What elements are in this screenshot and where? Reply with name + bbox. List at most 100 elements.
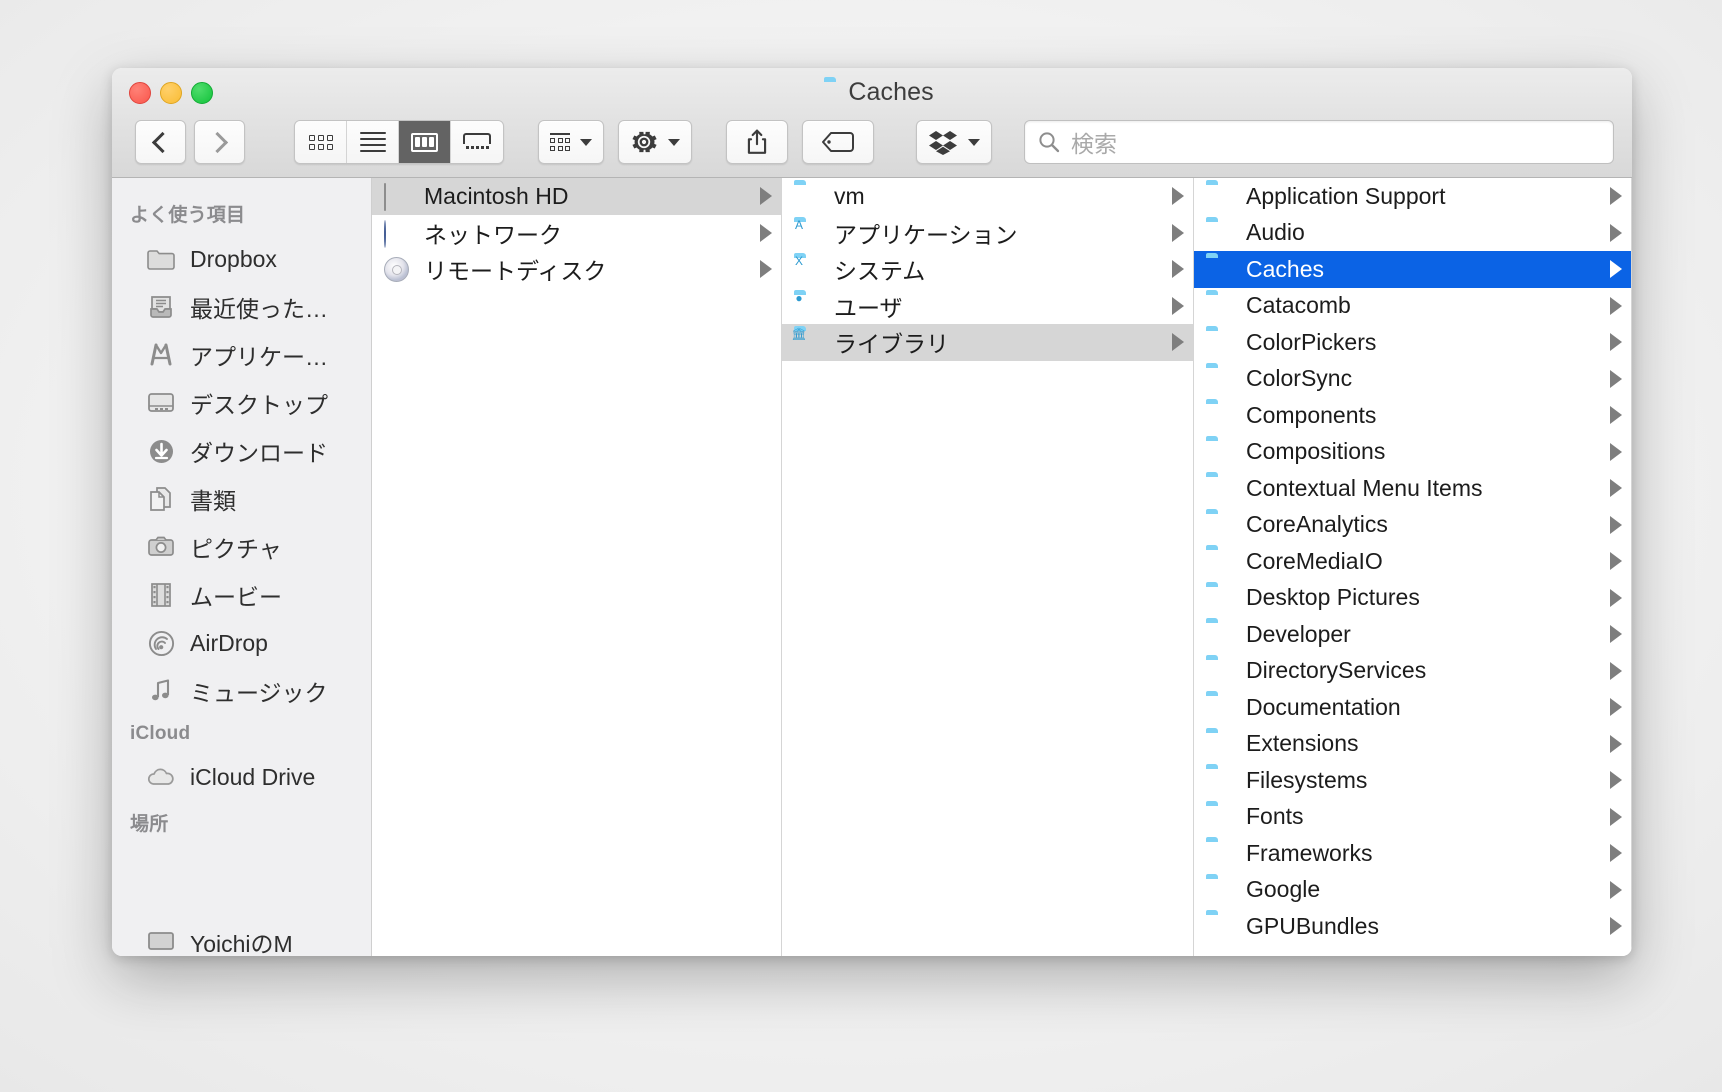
disclosure-triangle-icon[interactable] xyxy=(1610,187,1622,206)
search-field[interactable]: 検索 xyxy=(1024,120,1614,164)
column-row[interactable]: X システム xyxy=(782,251,1193,288)
column-row[interactable]: Filesystems xyxy=(1194,762,1631,799)
gallery-view-button[interactable] xyxy=(451,121,503,163)
column-row[interactable]: CoreMediaIO xyxy=(1194,543,1631,580)
column-row[interactable]: DirectoryServices xyxy=(1194,653,1631,690)
sidebar-item-icloud-drive[interactable]: iCloud Drive xyxy=(112,753,371,801)
disclosure-triangle-icon[interactable] xyxy=(760,223,772,242)
column-library[interactable]: Application Support Audio Caches Catacom… xyxy=(1194,178,1632,956)
column-row[interactable]: Components xyxy=(1194,397,1631,434)
disclosure-triangle-icon[interactable] xyxy=(1610,369,1622,388)
disclosure-triangle-icon[interactable] xyxy=(1610,698,1622,717)
column-row[interactable]: Contextual Menu Items xyxy=(1194,470,1631,507)
tag-button[interactable] xyxy=(802,120,874,164)
column-macintosh-hd[interactable]: vm A アプリケーション X システム ● ユーザ 🏛 ライブラリ xyxy=(782,178,1194,956)
disclosure-triangle-icon[interactable] xyxy=(1610,807,1622,826)
column-devices[interactable]: Macintosh HD ネットワーク リモートディスク xyxy=(372,178,782,956)
sidebar-item-movies[interactable]: ムービー xyxy=(112,571,371,619)
disclosure-triangle-icon[interactable] xyxy=(1610,333,1622,352)
column-row[interactable]: リモートディスク xyxy=(372,251,781,288)
folder-icon xyxy=(1206,841,1234,865)
disclosure-triangle-icon[interactable] xyxy=(1610,661,1622,680)
column-row[interactable]: 🏛 ライブラリ xyxy=(782,324,1193,361)
disclosure-triangle-icon[interactable] xyxy=(1610,880,1622,899)
sidebar[interactable]: よく使う項目 Dropbox 最近使った… アプリケー… デスクトップ ダウンロ… xyxy=(112,178,372,956)
column-row[interactable]: Documentation xyxy=(1194,689,1631,726)
disclosure-triangle-icon[interactable] xyxy=(1610,260,1622,279)
disclosure-triangle-icon[interactable] xyxy=(1610,479,1622,498)
column-row[interactable]: Frameworks xyxy=(1194,835,1631,872)
arrange-button[interactable] xyxy=(538,120,604,164)
disclosure-triangle-icon[interactable] xyxy=(1610,442,1622,461)
forward-button[interactable] xyxy=(194,120,245,164)
harddisk-icon xyxy=(384,183,412,212)
folder-users-icon: ● xyxy=(795,290,803,305)
disclosure-triangle-icon[interactable] xyxy=(1610,296,1622,315)
column-row[interactable]: ColorPickers xyxy=(1194,324,1631,361)
sidebar-item-pictures[interactable]: ピクチャ xyxy=(112,523,371,571)
back-button[interactable] xyxy=(135,120,186,164)
column-row[interactable]: vm xyxy=(782,178,1193,215)
sidebar-item-desktop[interactable]: デスクトップ xyxy=(112,379,371,427)
disclosure-triangle-icon[interactable] xyxy=(1172,223,1184,242)
column-row-label: Application Support xyxy=(1246,182,1446,209)
disclosure-triangle-icon[interactable] xyxy=(1610,625,1622,644)
column-row-selected[interactable]: Caches xyxy=(1194,251,1631,288)
disclosure-triangle-icon[interactable] xyxy=(1610,552,1622,571)
action-button[interactable] xyxy=(618,120,692,164)
column-row[interactable]: Extensions xyxy=(1194,726,1631,763)
disclosure-triangle-icon[interactable] xyxy=(1610,515,1622,534)
disclosure-triangle-icon[interactable] xyxy=(1172,260,1184,279)
disclosure-triangle-icon[interactable] xyxy=(760,260,772,279)
sidebar-item-recents[interactable]: 最近使った… xyxy=(112,283,371,331)
folder-icon xyxy=(1206,257,1234,281)
column-row[interactable]: Catacomb xyxy=(1194,288,1631,325)
disclosure-triangle-icon[interactable] xyxy=(1172,333,1184,352)
column-row[interactable]: Application Support xyxy=(1194,178,1631,215)
column-row[interactable]: Compositions xyxy=(1194,434,1631,471)
column-row[interactable]: Desktop Pictures xyxy=(1194,580,1631,617)
column-row[interactable]: CoreAnalytics xyxy=(1194,507,1631,544)
sidebar-item-computer[interactable]: YoichiのM xyxy=(112,918,371,956)
column-row[interactable]: Google xyxy=(1194,872,1631,909)
list-view-button[interactable] xyxy=(347,121,399,163)
column-row[interactable]: Macintosh HD xyxy=(372,178,781,215)
icon-view-button[interactable] xyxy=(295,121,347,163)
disclosure-triangle-icon[interactable] xyxy=(1610,844,1622,863)
folder-icon xyxy=(1206,476,1234,500)
share-button[interactable] xyxy=(726,120,788,164)
column-row[interactable]: GPUBundles xyxy=(1194,908,1631,945)
navigation-buttons xyxy=(135,120,245,164)
column-row[interactable]: ColorSync xyxy=(1194,361,1631,398)
sidebar-item-label: AirDrop xyxy=(190,629,268,656)
column-row-label: DirectoryServices xyxy=(1246,657,1427,684)
disclosure-triangle-icon[interactable] xyxy=(1172,296,1184,315)
disclosure-triangle-icon[interactable] xyxy=(1610,917,1622,936)
disclosure-triangle-icon[interactable] xyxy=(1610,588,1622,607)
sidebar-item-label: iCloud Drive xyxy=(190,763,316,790)
sidebar-item-applications[interactable]: アプリケー… xyxy=(112,331,371,379)
column-row-label: ユーザ xyxy=(834,294,903,321)
column-row-label: Google xyxy=(1246,876,1321,903)
window-title-text: Caches xyxy=(848,78,934,106)
disclosure-triangle-icon[interactable] xyxy=(1610,771,1622,790)
dropbox-button[interactable] xyxy=(916,120,992,164)
column-row[interactable]: Developer xyxy=(1194,616,1631,653)
sidebar-item-dropbox[interactable]: Dropbox xyxy=(112,235,371,283)
disclosure-triangle-icon[interactable] xyxy=(1610,406,1622,425)
disclosure-triangle-icon[interactable] xyxy=(760,187,772,206)
column-row[interactable]: Audio xyxy=(1194,215,1631,252)
column-view-button[interactable] xyxy=(399,121,451,163)
column-row[interactable]: Fonts xyxy=(1194,799,1631,836)
disclosure-triangle-icon[interactable] xyxy=(1610,734,1622,753)
sidebar-item-airdrop[interactable]: AirDrop xyxy=(112,619,371,667)
folder-system-icon: X xyxy=(795,254,804,269)
sidebar-item-documents[interactable]: 書類 xyxy=(112,475,371,523)
sidebar-item-music[interactable]: ミュージック xyxy=(112,667,371,715)
disclosure-triangle-icon[interactable] xyxy=(1610,223,1622,242)
column-row[interactable]: ネットワーク xyxy=(372,215,781,252)
sidebar-item-downloads[interactable]: ダウンロード xyxy=(112,427,371,475)
column-row[interactable]: ● ユーザ xyxy=(782,288,1193,325)
column-row[interactable]: A アプリケーション xyxy=(782,215,1193,252)
disclosure-triangle-icon[interactable] xyxy=(1172,187,1184,206)
